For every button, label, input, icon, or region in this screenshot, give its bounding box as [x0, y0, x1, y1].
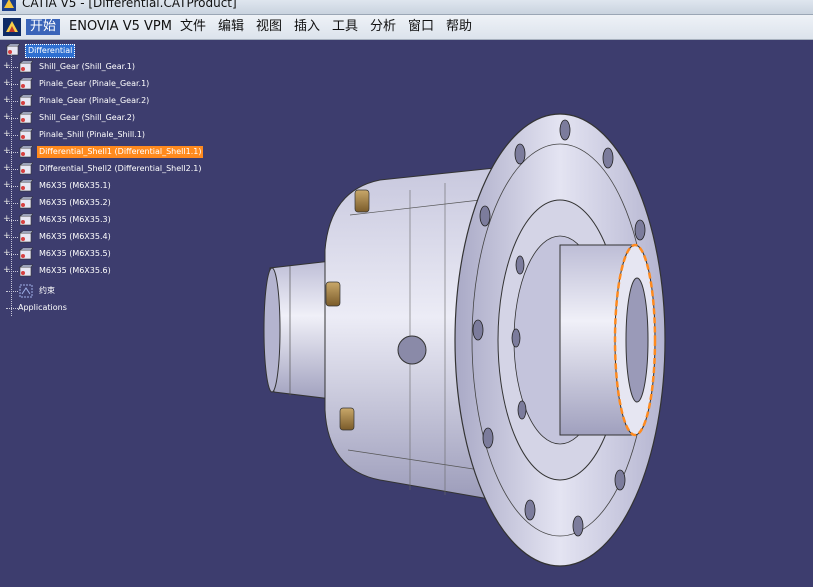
tree-node-label: Pinale_Shill (Pinale_Shill.1)	[39, 130, 146, 139]
tree-node-applications[interactable]: Applications	[6, 301, 206, 316]
menu-bar: 开始 ENOVIA V5 VPM 文件 编辑 视图 插入 工具 分析 窗口 帮助	[0, 15, 813, 40]
expand-plus-icon[interactable]: +	[3, 113, 11, 122]
bolt-head	[354, 189, 370, 213]
shell-hole	[397, 335, 427, 365]
tree-node-label: Shill_Gear (Shill_Gear.1)	[39, 62, 135, 71]
tree-node-label: M6X35 (M6X35.6)	[39, 266, 111, 275]
tree-node-label: Applications	[18, 303, 67, 312]
expand-plus-icon[interactable]: +	[3, 198, 11, 207]
tree-node-part[interactable]: + Differential_Shell2 (Differential_Shell…	[3, 162, 216, 177]
tree-node-part[interactable]: + M6X35 (M6X35.1)	[3, 179, 216, 194]
window-title: CATIA V5 - [Differential.CATProduct]	[22, 0, 237, 10]
bolt-head	[325, 281, 341, 307]
part-icon	[19, 196, 33, 209]
expand-plus-icon[interactable]: +	[3, 79, 11, 88]
expand-plus-icon[interactable]: +	[3, 249, 11, 258]
expand-plus-icon[interactable]: +	[3, 215, 11, 224]
left-hub-face	[263, 267, 281, 393]
product-icon	[6, 43, 20, 56]
tree-node-part[interactable]: + M6X35 (M6X35.2)	[3, 196, 216, 211]
catia-logo-icon	[2, 0, 16, 11]
tree-node-part[interactable]: + Pinale_Gear (Pinale_Gear.2)	[3, 94, 216, 109]
start-menu[interactable]: 开始	[0, 15, 60, 39]
part-icon	[19, 60, 33, 73]
menu-edit[interactable]: 编辑	[218, 19, 244, 35]
catia-start-icon	[3, 18, 21, 36]
tree-node-label: M6X35 (M6X35.5)	[39, 249, 111, 258]
menu-analysis[interactable]: 分析	[370, 19, 396, 35]
tree-node-part[interactable]: + Shill_Gear (Shill_Gear.1)	[3, 60, 216, 75]
part-icon	[19, 230, 33, 243]
tree-node-part[interactable]: + Shill_Gear (Shill_Gear.2)	[3, 111, 216, 126]
expand-plus-icon[interactable]: +	[3, 164, 11, 173]
expand-plus-icon[interactable]: +	[3, 130, 11, 139]
part-icon	[19, 145, 33, 158]
right-hub-bore	[625, 277, 649, 403]
part-icon	[19, 111, 33, 124]
part-icon	[19, 77, 33, 90]
expand-plus-icon[interactable]: +	[3, 266, 11, 275]
part-icon	[19, 264, 33, 277]
tree-node-label: M6X35 (M6X35.3)	[39, 215, 111, 224]
bolt-head	[339, 407, 355, 431]
tree-node-part[interactable]: + Pinale_Gear (Pinale_Gear.1)	[3, 77, 216, 92]
tree-node-label: M6X35 (M6X35.2)	[39, 198, 111, 207]
tree-tick	[6, 291, 18, 292]
tree-node-part[interactable]: + M6X35 (M6X35.3)	[3, 213, 216, 228]
tree-node-part[interactable]: + M6X35 (M6X35.6)	[3, 264, 216, 279]
part-icon	[19, 213, 33, 226]
menu-help[interactable]: 帮助	[446, 19, 472, 35]
constraints-icon	[19, 284, 33, 298]
expand-plus-icon[interactable]: +	[3, 62, 11, 71]
tree-node-label: Pinale_Gear (Pinale_Gear.2)	[39, 96, 150, 105]
expand-plus-icon[interactable]: +	[3, 147, 11, 156]
tree-node-label: Differential_Shell1 (Differential_Shell1…	[37, 146, 204, 158]
3d-viewport[interactable]	[230, 40, 813, 587]
expand-plus-icon[interactable]: +	[3, 96, 11, 105]
tree-node-part[interactable]: + Differential_Shell1 (Differential_Shell…	[3, 145, 216, 160]
tree-node-label: M6X35 (M6X35.4)	[39, 232, 111, 241]
expand-plus-icon[interactable]: +	[3, 181, 11, 190]
tree-node-label: Differential_Shell2 (Differential_Shell2…	[39, 164, 202, 173]
tree-node-part[interactable]: + Pinale_Shill (Pinale_Shill.1)	[3, 128, 216, 143]
menu-window[interactable]: 窗口	[408, 19, 434, 35]
differential-model[interactable]	[263, 113, 666, 567]
tree-node-label: Pinale_Gear (Pinale_Gear.1)	[39, 79, 150, 88]
tree-node-part[interactable]: + M6X35 (M6X35.4)	[3, 230, 216, 245]
tree-root-differential[interactable]: Differential	[6, 43, 206, 58]
title-bar: CATIA V5 - [Differential.CATProduct]	[0, 0, 813, 15]
tree-node-part[interactable]: + M6X35 (M6X35.5)	[3, 247, 216, 262]
tree-root-label: Differential	[25, 44, 76, 58]
menu-file[interactable]: 文件	[180, 19, 206, 35]
menu-view[interactable]: 视图	[256, 19, 282, 35]
part-icon	[19, 128, 33, 141]
part-icon	[19, 179, 33, 192]
part-icon	[19, 94, 33, 107]
tree-node-label: 约束	[39, 286, 55, 295]
tree-node-constraints[interactable]: 约束	[6, 284, 206, 299]
tree-node-label: Shill_Gear (Shill_Gear.2)	[39, 113, 135, 122]
part-icon	[19, 247, 33, 260]
menu-enovia[interactable]: ENOVIA V5 VPM	[69, 19, 172, 35]
part-icon	[19, 162, 33, 175]
menu-insert[interactable]: 插入	[294, 19, 320, 35]
tree-node-label: M6X35 (M6X35.1)	[39, 181, 111, 190]
start-menu-label: 开始	[26, 19, 60, 35]
specification-tree: Differential + Shill_Gear (Shill_Gear.1) +…	[0, 40, 230, 340]
expand-plus-icon[interactable]: +	[3, 232, 11, 241]
menu-tools[interactable]: 工具	[332, 19, 358, 35]
